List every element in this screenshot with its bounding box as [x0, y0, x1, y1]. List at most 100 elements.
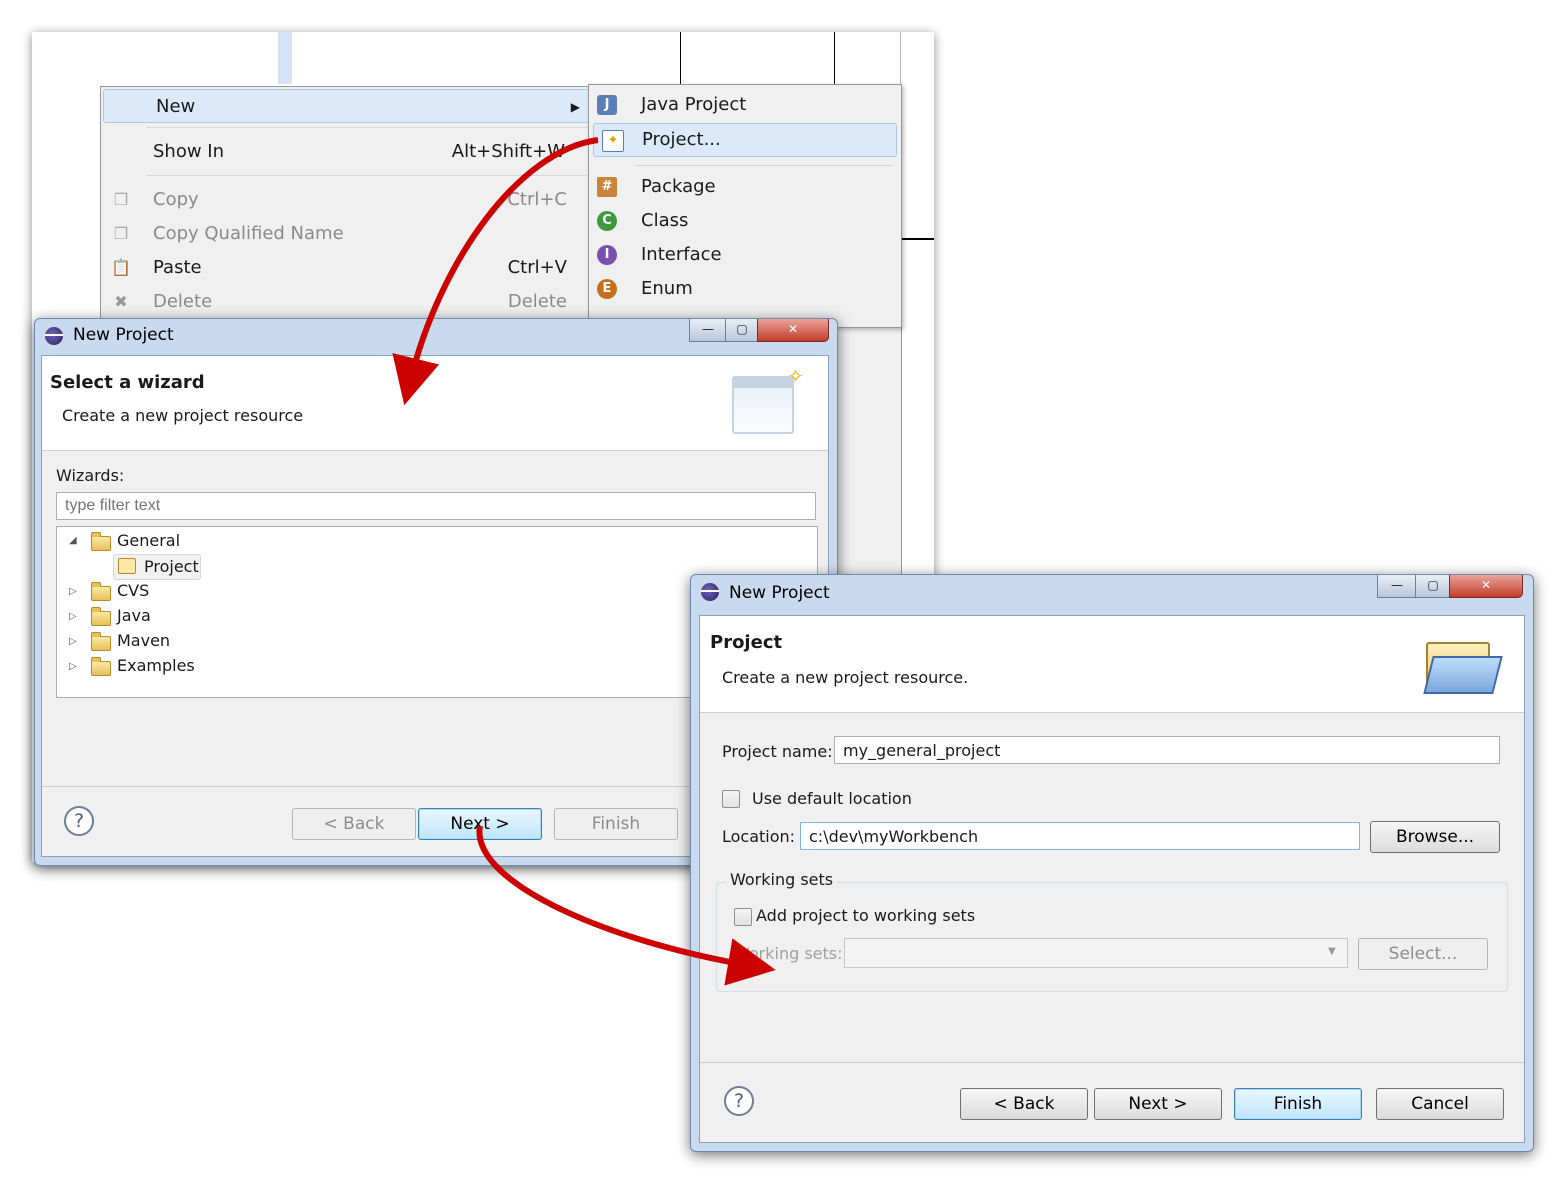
submenu-item-label: Enum	[641, 278, 693, 299]
tree-item-label: Project	[144, 557, 199, 576]
submenu-item-label: Class	[641, 210, 689, 231]
project-name-field[interactable]: my_general_project	[834, 736, 1500, 764]
filter-text-input[interactable]	[56, 492, 816, 520]
dropdown-arrow-icon: ▼	[1328, 946, 1336, 957]
menu-item-label: Paste	[153, 257, 202, 278]
maximize-button[interactable]: ▢	[725, 319, 759, 342]
tree-item-label: Examples	[117, 656, 195, 675]
copy-qualified-icon: ❐	[113, 224, 129, 243]
menu-item-new[interactable]: New ▶	[103, 89, 591, 123]
java-project-icon: J	[597, 95, 617, 115]
close-button[interactable]: ✕	[757, 319, 829, 342]
menu-item-copy-qualified-name[interactable]: ❐ Copy Qualified Name	[101, 217, 567, 251]
next-button[interactable]: Next >	[418, 808, 542, 840]
menu-item-copy[interactable]: ❐ Copy Ctrl+C	[101, 183, 567, 217]
submenu-item-project[interactable]: ✦ Project...	[593, 123, 897, 157]
finish-button[interactable]: Finish	[1234, 1088, 1362, 1120]
back-button[interactable]: < Back	[292, 808, 416, 840]
next-button[interactable]: Next >	[1094, 1088, 1222, 1120]
maximize-button[interactable]: ▢	[1415, 575, 1451, 598]
submenu-item-enum[interactable]: E Enum	[589, 273, 901, 305]
folder-icon	[91, 532, 111, 551]
eclipse-icon	[701, 583, 719, 601]
editor-divider	[834, 32, 835, 84]
menu-item-show-in[interactable]: Show In Alt+Shift+W	[101, 135, 581, 169]
menu-item-label: Copy Qualified Name	[153, 223, 344, 244]
location-field[interactable]: c:\dev\myWorkbench	[800, 822, 1360, 850]
new-project-details-window: New Project — ▢ ✕ Project Create a new p…	[690, 574, 1534, 1152]
submenu-arrow-icon: ▶	[570, 100, 580, 114]
submenu-item-class[interactable]: C Class	[589, 205, 901, 237]
folder-icon	[91, 582, 111, 601]
banner-description: Create a new project resource	[62, 406, 304, 425]
menu-item-delete[interactable]: ✖ Delete Delete	[101, 285, 567, 319]
tree-item-general[interactable]: ◢ General	[67, 529, 227, 553]
submenu-item-package[interactable]: # Package	[589, 171, 901, 203]
tree-item-examples[interactable]: ▷ Examples	[67, 654, 227, 678]
working-sets-combo[interactable]	[844, 938, 1348, 968]
banner-title: Select a wizard	[50, 372, 205, 393]
menu-item-shortcut: Ctrl+V	[507, 257, 567, 278]
menu-item-paste[interactable]: 📋 Paste Ctrl+V	[101, 251, 567, 285]
submenu-item-java-project[interactable]: J Java Project	[589, 89, 901, 121]
delete-icon: ✖	[114, 292, 128, 311]
menu-separator	[147, 175, 587, 176]
submenu-item-label: Interface	[641, 244, 722, 265]
menu-item-shortcut: Delete	[507, 291, 567, 312]
add-to-working-sets-checkbox[interactable]	[734, 908, 752, 926]
tree-item-java[interactable]: ▷ Java	[67, 604, 227, 628]
folder-icon	[91, 632, 111, 651]
window-title: New Project	[729, 583, 830, 603]
project-icon: ✦	[602, 130, 624, 152]
collapsed-twisty-icon: ▷	[69, 661, 77, 672]
tree-item-maven[interactable]: ▷ Maven	[67, 629, 227, 653]
wizards-label: Wizards:	[56, 466, 125, 485]
working-sets-group-label: Working sets	[726, 870, 838, 889]
help-icon[interactable]: ?	[724, 1086, 754, 1116]
menu-item-label: Copy	[153, 189, 199, 210]
menu-separator	[147, 127, 587, 128]
wizard-banner-icon: ✧	[732, 364, 804, 434]
project-name-label: Project name:	[722, 742, 833, 761]
working-sets-label: Working sets:	[734, 944, 843, 963]
scrollbar-strip	[278, 32, 292, 84]
folder-front	[1423, 656, 1503, 694]
new-submenu: J Java Project ✦ Project... # Package C …	[588, 84, 902, 328]
wizard-client-area: Project Create a new project resource. P…	[699, 615, 1525, 1143]
select-button[interactable]: Select...	[1358, 938, 1488, 970]
close-button[interactable]: ✕	[1449, 575, 1523, 598]
working-sets-group	[716, 882, 1508, 992]
tree-item-label: CVS	[117, 581, 150, 600]
interface-icon: I	[597, 245, 617, 265]
submenu-item-label: Project...	[642, 129, 721, 150]
banner-title: Project	[710, 632, 783, 653]
editor-divider	[680, 32, 681, 84]
project-folder-icon	[118, 558, 136, 574]
browse-button[interactable]: Browse...	[1370, 821, 1500, 853]
enum-icon: E	[597, 279, 617, 299]
tree-item-label: Maven	[117, 631, 171, 650]
submenu-item-interface[interactable]: I Interface	[589, 239, 901, 271]
window-controls: — ▢ ✕	[1377, 575, 1527, 598]
tree-item-cvs[interactable]: ▷ CVS	[67, 579, 227, 603]
help-icon[interactable]: ?	[64, 806, 94, 836]
eclipse-icon	[45, 327, 63, 345]
banner-description: Create a new project resource.	[722, 668, 969, 687]
tree-item-label: Java	[117, 606, 151, 625]
tree-item-label: General	[117, 531, 181, 550]
submenu-item-label: Java Project	[641, 94, 747, 115]
collapsed-twisty-icon: ▷	[69, 586, 77, 597]
back-button[interactable]: < Back	[960, 1088, 1088, 1120]
minimize-button[interactable]: —	[689, 319, 727, 342]
menu-item-label: New	[156, 96, 196, 117]
minimize-button[interactable]: —	[1377, 575, 1417, 598]
tree-item-project[interactable]: Project	[113, 554, 201, 580]
folder-icon	[91, 657, 111, 676]
use-default-location-label: Use default location	[752, 789, 912, 808]
paste-icon: 📋	[111, 258, 131, 277]
use-default-location-checkbox[interactable]	[722, 790, 740, 808]
cancel-button[interactable]: Cancel	[1376, 1088, 1504, 1120]
menu-item-label: Delete	[153, 291, 213, 312]
wizard-banner: Project Create a new project resource.	[700, 616, 1524, 713]
finish-button[interactable]: Finish	[554, 808, 678, 840]
